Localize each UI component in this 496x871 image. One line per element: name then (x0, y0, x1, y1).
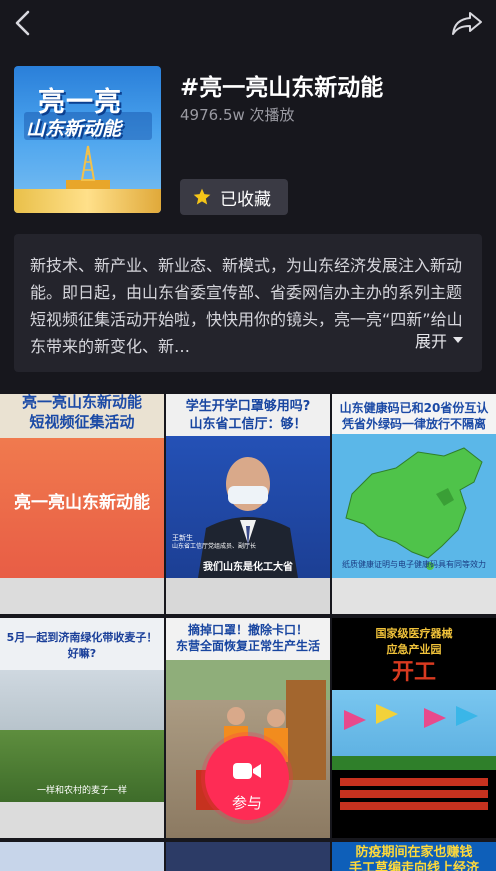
thumbnail-scene (166, 436, 330, 578)
red-banner (340, 778, 488, 786)
speaker-name: 王新生 (172, 534, 193, 542)
thumbnail-subtitle: 我们山东是化工大省 (203, 562, 293, 573)
red-banner (340, 790, 488, 798)
thumbnail-footer (166, 578, 330, 614)
thumbnail-footer (0, 802, 164, 838)
back-button[interactable] (10, 8, 36, 38)
thumbnail-caption: 5月一起到济南绿化带收麦子！ (6, 631, 158, 644)
favorited-button[interactable]: 已收藏 (180, 179, 288, 215)
video-thumbnail[interactable]: 5月一起到济南绿化带收麦子！ 好嘛? 一样和农村的麦子一样 (0, 618, 164, 838)
thumbnail-scene (332, 690, 496, 770)
thumbnail-sky (0, 670, 164, 730)
thumbnail-note: 纸质健康证明与电子健康码具有同等效力 (342, 560, 486, 569)
video-thumbnail[interactable]: 山东健康码已和20省份互认 凭省外绿码一律放行不隔离 纸质健康证明与电子健康码具… (332, 394, 496, 614)
share-button[interactable] (450, 8, 484, 38)
thumbnail-caption: 摘掉口罩！撤除卡口！ (187, 623, 308, 637)
top-bar (0, 0, 496, 52)
thumbnail-caption: 开工 (391, 660, 436, 685)
description-text: 新技术、新产业、新业态、新模式，为山东经济发展注入新动能。即日起，由山东省委宣传… (30, 256, 463, 356)
chevron-left-icon (15, 10, 30, 36)
join-label: 参与 (231, 794, 262, 812)
video-thumbnail[interactable]: 国家级医疗器械 应急产业园 开工 (332, 618, 496, 838)
thumbnail-caption: 学生开学口罩够用吗? (185, 399, 311, 414)
thumbnail-caption: 凭省外绿码一律放行不隔离 (341, 417, 486, 431)
topic-title: #亮一亮山东新动能 (180, 75, 384, 101)
topic-description: 新技术、新产业、新业态、新模式，为山东经济发展注入新动能。即日起，由山东省委宣传… (14, 234, 482, 372)
thumbnail-footer (332, 578, 496, 614)
thumbnail-caption: 应急产业园 (386, 643, 442, 656)
star-icon (193, 188, 211, 205)
thumbnail-caption: 防疫期间在家也赚钱 (355, 845, 473, 860)
expand-button[interactable]: 展开 (406, 328, 464, 352)
cover-title-line2: 山东新动能 (26, 118, 122, 140)
thumbnail-caption: 短视频征集活动 (29, 413, 135, 431)
thumbnail-caption: 亮一亮山东新动能 (14, 493, 150, 513)
video-thumbnail[interactable] (166, 842, 330, 871)
topic-header: 亮一亮 山东新动能 #亮一亮山东新动能 4976.5w 次播放 已收藏 (14, 66, 482, 216)
share-arrow-icon (452, 12, 482, 35)
favorited-label: 已收藏 (220, 189, 271, 210)
caret-down-icon (453, 337, 463, 343)
video-thumbnail[interactable] (0, 842, 164, 871)
speaker-role: 山东省工信厅党组成员、副厅长 (172, 543, 257, 550)
thumbnail-caption: 亮一亮山东新动能 (21, 394, 142, 411)
video-camera-icon (233, 763, 261, 779)
cover-ground (14, 189, 161, 213)
video-thumbnail[interactable]: 学生开学口罩够用吗? 山东省工信厅：够！ 王新生 山东省工信厅党组成员、副厅长 … (166, 394, 330, 614)
thumbnail-caption: 手工草编走向线上经济 (348, 861, 479, 871)
thumbnail-caption: 山东省工信厅：够！ (189, 417, 307, 432)
speaker-figure (198, 457, 298, 578)
thumbnail-caption: 国家级医疗器械 (375, 627, 453, 640)
thumbnail-caption: 东营全面恢复正常生产生活 (175, 639, 320, 653)
thumbnail-subtitle: 一样和农村的麦子一样 (36, 786, 127, 796)
red-banner (340, 802, 488, 810)
china-map (345, 447, 483, 570)
thumbnail-caption: 山东健康码已和20省份互认 (339, 401, 489, 415)
video-thumbnail[interactable]: 亮一亮山东新动能 短视频征集活动 亮一亮山东新动能 (0, 394, 164, 614)
join-button[interactable]: 参与 (205, 736, 289, 820)
thumbnail-footer (0, 578, 164, 614)
map-background (332, 434, 496, 578)
flags-illustration (332, 704, 496, 770)
thumbnail-caption: 好嘛? (67, 647, 97, 660)
video-thumbnail[interactable]: 防疫期间在家也赚钱 手工草编走向线上经济 (332, 842, 496, 871)
topic-cover-image: 亮一亮 山东新动能 (14, 66, 161, 213)
play-count: 4976.5w 次播放 (180, 106, 295, 124)
expand-label: 展开 (414, 332, 447, 351)
